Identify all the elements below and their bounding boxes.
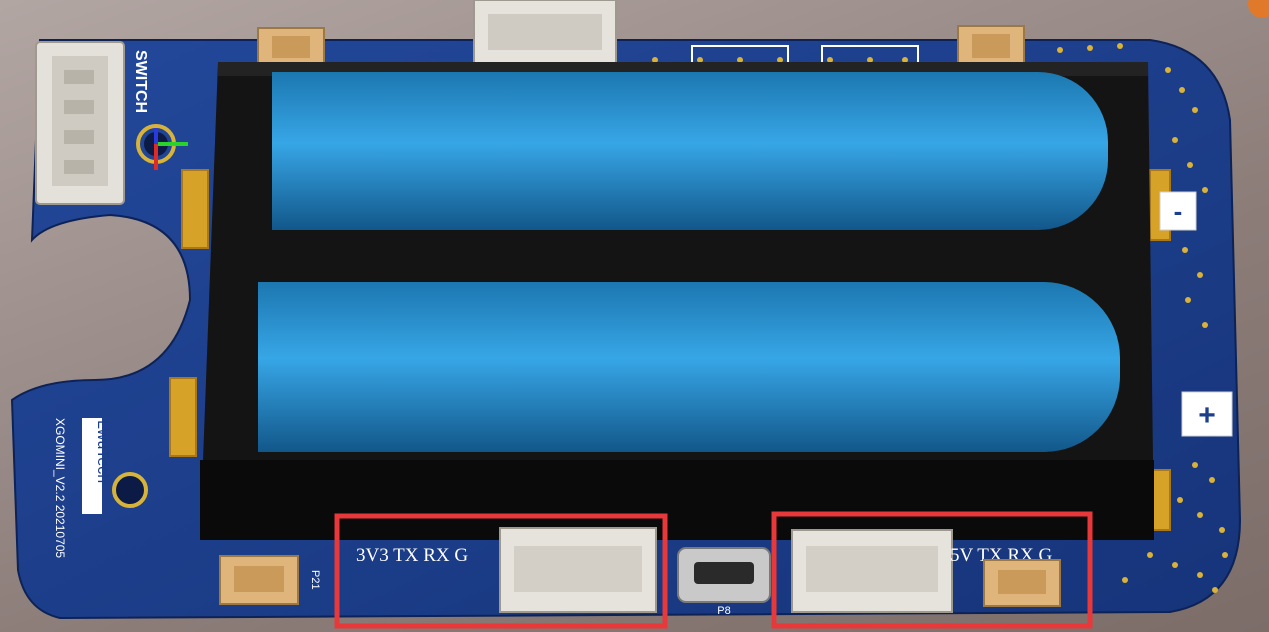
p21-label: P21 <box>309 570 321 590</box>
mount-hole <box>112 472 148 508</box>
battery-cell-bottom <box>258 282 1120 452</box>
version-label: XGOMINI_V2.2 20210705 <box>53 418 67 558</box>
brand-label: LwuTech <box>94 420 111 483</box>
small-right-connector <box>983 559 1061 607</box>
left-header-pin-labels: 3V3 TX RX G <box>356 545 468 566</box>
p21-connector <box>219 555 299 605</box>
top-connector-right-small <box>957 25 1025 69</box>
corner-marker <box>1248 0 1269 18</box>
usb-port <box>677 547 771 603</box>
pcb-3d-render: SWITCH - + LwuTech XGOMINI_V2.2 20210705… <box>0 0 1269 632</box>
minus-label: - <box>1174 196 1183 226</box>
plus-label: + <box>1198 399 1216 432</box>
p8-label: P8 <box>717 605 730 617</box>
top-connector-center <box>473 0 617 65</box>
switch-connector <box>35 41 125 205</box>
switch-label: SWITCH <box>132 50 149 113</box>
left-uart-connector <box>499 527 657 613</box>
battery-cell-top <box>272 72 1108 230</box>
pcb-board-view: SWITCH - + LwuTech XGOMINI_V2.2 20210705… <box>10 0 1269 629</box>
right-uart-connector <box>791 529 953 613</box>
